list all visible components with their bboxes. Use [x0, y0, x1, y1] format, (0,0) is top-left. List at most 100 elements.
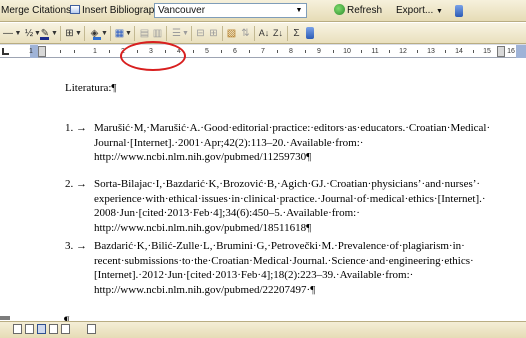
reference-line: Sorta-Bilajac·I,·Bazdarić·K,·Brozović·B,… [94, 178, 481, 190]
ruler-label: 8 [289, 48, 293, 55]
ruler-tick [60, 50, 61, 53]
toolbar-separator [60, 26, 61, 41]
indent-marker[interactable] [38, 46, 46, 57]
ruler-label: 1 [29, 48, 33, 55]
ruler-tick [445, 50, 446, 53]
split-view-icon[interactable] [87, 324, 96, 334]
ruler-tick [193, 50, 194, 53]
line-style-icon[interactable]: — [2, 27, 14, 40]
print-layout-icon[interactable] [37, 324, 46, 334]
text-direction-icon[interactable]: ⇅ [240, 27, 251, 40]
reference-number: 1. → [65, 121, 95, 136]
sort-descending-icon[interactable]: Z↓ [272, 27, 284, 40]
ruler-tick [473, 50, 474, 53]
ruler-tick [109, 50, 110, 53]
document-page[interactable]: Literatura:¶ 1. → Marušić·M,·Marušić·A.·… [0, 59, 526, 327]
chevron-down-icon: ▼ [295, 7, 303, 14]
reference-text: Sorta-Bilajac·I,·Bazdarić·K,·Brozović·B,… [94, 177, 520, 235]
ruler-tick [277, 50, 278, 53]
reference-line: Journal·[Internet].·2001·Apr;42(2):113–2… [94, 136, 364, 149]
toolbar-options-icon[interactable] [306, 27, 314, 39]
ruler-label: 11 [371, 48, 379, 55]
right-indent-marker[interactable] [497, 46, 505, 57]
ruler-tick [389, 50, 390, 53]
chevron-down-icon: ▼ [436, 8, 443, 15]
distribute-columns-icon[interactable]: ⊞ [208, 27, 219, 40]
insert-bibliography-label: Insert Bibliography [82, 5, 165, 16]
chevron-down-icon[interactable]: ▼ [101, 27, 108, 40]
ruler-label: 12 [399, 48, 407, 55]
distribute-rows-icon[interactable]: ⊟ [195, 27, 206, 40]
citation-style-select[interactable]: Vancouver ▼ [154, 3, 307, 18]
ruler-margin-right [516, 45, 526, 58]
horizontal-ruler[interactable]: 1 1 2 3 4 5 6 7 8 9 10 11 12 13 14 15 16 [29, 44, 526, 58]
ruler-label: 13 [427, 48, 435, 55]
chevron-down-icon[interactable]: ▼ [75, 27, 82, 40]
ruler-tick [74, 50, 75, 53]
toolbar-separator [222, 26, 223, 41]
refresh-label: Refresh [347, 5, 383, 16]
toolbar-separator [84, 26, 85, 41]
reference-line: experience·with·ethical·issues·in·clinic… [94, 192, 486, 205]
references-toolbar: Merge Citations Insert Bibliography Vanc… [0, 0, 526, 22]
sort-ascending-icon[interactable]: A↓ [258, 27, 270, 40]
ruler-label: 7 [261, 48, 265, 55]
reference-line: http://www.ncbi.nlm.nih.gov/pubmed/11259… [94, 151, 312, 163]
chevron-down-icon[interactable]: ▼ [51, 27, 58, 40]
autosum-icon[interactable]: Σ [291, 27, 302, 40]
refresh-button[interactable]: Refresh [334, 4, 382, 18]
fill-color-swatch [93, 37, 101, 40]
tab-selector-icon[interactable] [2, 48, 9, 55]
reference-line: [Internet].·2012·Jun·[cited·2013·Feb·4];… [94, 269, 414, 281]
chevron-down-icon[interactable]: ▼ [182, 27, 189, 40]
chevron-down-icon[interactable]: ▼ [125, 27, 132, 40]
ruler-label: 14 [455, 48, 463, 55]
status-bar [0, 321, 526, 338]
ruler-label: 5 [205, 48, 209, 55]
reference-line: Bazdarić·K,·Bilić-Zulle·L,·Brumini·G,·Pe… [94, 240, 465, 252]
ruler-label: 6 [233, 48, 237, 55]
align-icon[interactable]: ☰ [171, 27, 182, 40]
reference-number-label: 2. [65, 178, 74, 190]
toolbar-separator [134, 26, 135, 41]
ruler-label: 1 [93, 48, 97, 55]
ruler-tick [305, 50, 306, 53]
bibliography-heading: Literatura:¶ [65, 82, 117, 94]
ruler-label: 16 [507, 48, 515, 55]
chevron-down-icon[interactable]: ▼ [14, 27, 22, 40]
tab-arrow: → [76, 178, 87, 190]
reading-layout-icon[interactable] [61, 324, 70, 334]
split-cells-icon[interactable]: ▥ [152, 27, 163, 40]
merge-cells-icon[interactable]: ▤ [139, 27, 150, 40]
toolbar-separator [191, 26, 192, 41]
autoformat-icon[interactable]: ▧ [226, 27, 237, 40]
line-weight-button[interactable]: ½ [24, 27, 34, 40]
insert-bibliography-button[interactable]: Insert Bibliography [70, 4, 165, 18]
reference-number-label: 1. [65, 122, 74, 134]
ruler-tick [417, 50, 418, 53]
tab-arrow: → [76, 240, 87, 252]
merge-citations-label: Merge Citations [1, 5, 72, 16]
toolbar-options-icon[interactable] [455, 5, 463, 17]
web-layout-icon[interactable] [25, 324, 34, 334]
table-icon[interactable]: ▦ [114, 27, 125, 40]
outline-view-icon[interactable] [49, 324, 58, 334]
reference-number: 3. → [65, 239, 95, 254]
reference-number: 2. → [65, 177, 95, 192]
export-label: Export... [396, 5, 434, 16]
ruler-tick [361, 50, 362, 53]
toolbar-separator [287, 26, 288, 41]
citation-style-value: Vancouver [158, 5, 206, 16]
ruler-label: 15 [483, 48, 491, 55]
border-icon[interactable]: ⊞ [64, 27, 75, 40]
reference-line: 2008·Jun·[cited·2013·Feb·4];34(6):450–5.… [94, 207, 360, 219]
refresh-icon [334, 4, 345, 15]
merge-citations-button[interactable]: Merge Citations [1, 4, 71, 18]
tab-arrow: → [76, 122, 87, 134]
normal-view-icon[interactable] [13, 324, 22, 334]
export-button[interactable]: Export... ▼ [396, 4, 443, 18]
drawing-toolbar: — ▼ ½ ▼ ✎ ▼ ⊞ ▼ ◈ ▼ ▦ ▼ ▤ ▥ ☰ ▼ ⊟ ⊞ ▧ ⇅ … [0, 23, 526, 44]
ruler-label: 10 [343, 48, 351, 55]
reference-line: Marušić·M,·Marušić·A.·Good·editorial·pra… [94, 122, 491, 134]
toolbar-separator [254, 26, 255, 41]
